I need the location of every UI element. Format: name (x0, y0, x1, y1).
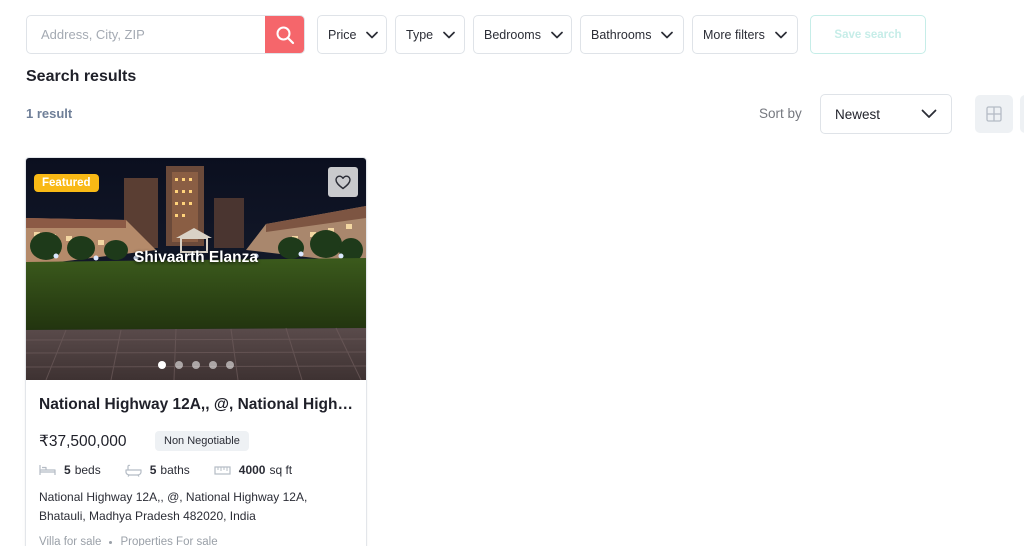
chevron-down-icon (443, 31, 455, 39)
beds-feature: 5 beds (39, 463, 101, 477)
carousel-dot[interactable] (175, 361, 183, 369)
featured-badge: Featured (34, 174, 99, 192)
bedrooms-filter-label: Bedrooms (484, 27, 541, 42)
beds-unit: beds (74, 463, 101, 477)
carousel-dot[interactable] (226, 361, 234, 369)
save-search-button[interactable]: Save search (810, 15, 926, 54)
tag-villa-for-sale[interactable]: Villa for sale (39, 536, 101, 546)
bed-icon (39, 465, 56, 475)
chevron-down-icon (551, 31, 563, 39)
price-filter[interactable]: Price (317, 15, 387, 54)
address-line-2: Bhatauli, Madhya Pradesh 482020, India (39, 509, 256, 523)
search-icon (276, 26, 294, 44)
area-value: 4000 (238, 463, 266, 477)
sort-label: Sort by (759, 106, 802, 121)
listing-price: ₹37,500,000 (39, 433, 127, 450)
chevron-down-icon (921, 109, 937, 119)
tag-separator (109, 540, 113, 544)
type-filter[interactable]: Type (395, 15, 465, 54)
favorite-button[interactable] (328, 167, 358, 197)
address-line-1: National Highway 12A,, @, National Highw… (39, 490, 308, 504)
ruler-icon (214, 465, 231, 475)
listing-features: 5 beds 5 baths 4000 sq ft (39, 463, 316, 477)
search-input[interactable] (27, 16, 265, 53)
bathrooms-filter-label: Bathrooms (591, 27, 652, 42)
grid-view-icon (986, 106, 1002, 122)
price-filter-label: Price (328, 27, 357, 42)
area-feature: 4000 sq ft (214, 463, 292, 477)
chevron-down-icon (774, 31, 787, 39)
baths-feature: 5 baths (125, 463, 190, 477)
listing-tags: Villa for sale Properties For sale (39, 536, 218, 546)
sort-select[interactable]: Newest (820, 94, 952, 134)
type-filter-label: Type (406, 27, 434, 42)
tag-properties-for-sale[interactable]: Properties For sale (120, 536, 217, 546)
more-filters-label: More filters (703, 27, 765, 42)
beds-value: 5 (64, 463, 71, 477)
heart-icon (335, 175, 351, 189)
area-unit: sq ft (269, 463, 293, 477)
chevron-down-icon (661, 31, 674, 39)
bathrooms-filter[interactable]: Bathrooms (580, 15, 684, 54)
baths-unit: baths (160, 463, 190, 477)
chevron-down-icon (366, 31, 379, 39)
image-caption: Shivaarth Elanza (133, 249, 259, 266)
list-view-button[interactable] (1020, 95, 1024, 133)
listing-address: National Highway 12A,, @, National Highw… (39, 488, 339, 526)
baths-value: 5 (149, 463, 157, 477)
more-filters[interactable]: More filters (692, 15, 798, 54)
carousel-dot[interactable] (192, 361, 200, 369)
listing-card[interactable]: Featured Shivaarth Elanza National Highw… (25, 157, 367, 546)
bedrooms-filter[interactable]: Bedrooms (473, 15, 572, 54)
results-count: 1 result (26, 106, 73, 121)
page-title: Search results (26, 68, 137, 85)
grid-view-button[interactable] (975, 95, 1013, 133)
carousel-dot[interactable] (209, 361, 217, 369)
price-note-badge: Non Negotiable (155, 431, 249, 451)
image-carousel-dots (26, 361, 366, 369)
listing-image[interactable]: Featured Shivaarth Elanza (26, 158, 366, 380)
carousel-dot[interactable] (158, 361, 166, 369)
bath-icon (125, 464, 142, 477)
sort-value: Newest (835, 106, 881, 122)
listing-title[interactable]: National Highway 12A,, @, National Highw… (39, 396, 357, 414)
search-button[interactable] (265, 16, 304, 53)
search-box (26, 15, 305, 54)
